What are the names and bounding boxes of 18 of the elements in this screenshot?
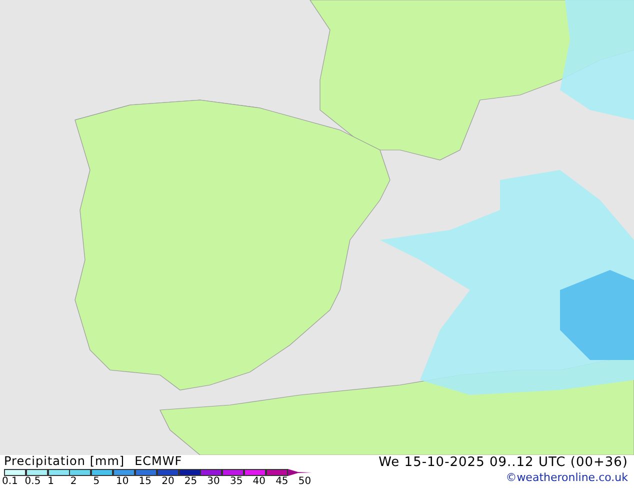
credit-link[interactable]: ©weatheronline.co.uk [506,471,628,485]
legend-label: 1 [48,476,55,488]
legend-label: 25 [184,476,198,488]
legend-label: 30 [207,476,221,488]
legend-label: 0.5 [24,476,42,488]
legend-label: 20 [162,476,176,488]
legend-label: 50 [298,476,312,488]
legend-title: Precipitation [mm] [4,455,125,468]
legend-label: 40 [252,476,266,488]
legend-label: 45 [276,476,290,488]
legend-label: 35 [230,476,244,488]
valid-time: We 15-10-2025 09..12 UTC (00+36) [378,455,628,471]
model-name: ECMWF [134,455,182,468]
legend-label: 15 [138,476,153,488]
legend-label: 0.1 [2,476,19,488]
legend-label: 2 [70,476,78,488]
legend-label: 10 [116,476,130,488]
legend-label: 5 [93,476,101,488]
